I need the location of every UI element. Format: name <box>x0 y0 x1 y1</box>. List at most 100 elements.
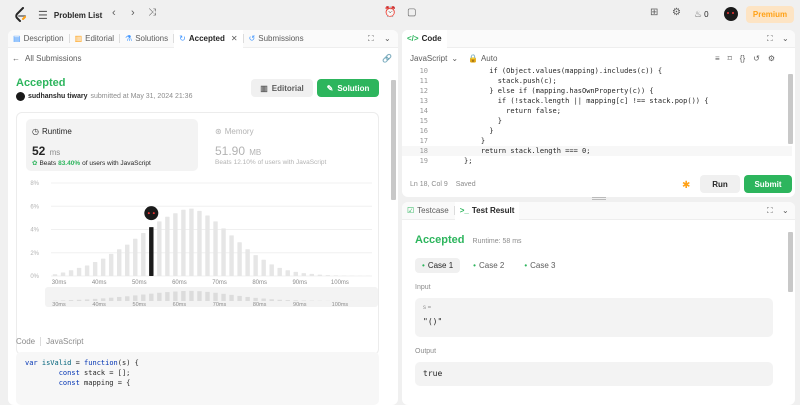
distribution-bar <box>100 258 106 276</box>
case-tab-2[interactable]: • Case 2 <box>466 258 511 273</box>
minimap-bar <box>237 295 242 301</box>
minimap-bar <box>165 292 170 301</box>
submitter-name[interactable]: sudhanshu tiwary <box>28 93 88 100</box>
all-submissions-link[interactable]: ← All Submissions <box>12 54 81 63</box>
line-number: 15 <box>419 117 428 125</box>
code-editor[interactable]: 10 if (Object.values(mapping).includes(c… <box>402 66 792 168</box>
language-select[interactable]: JavaScript ⌄ <box>410 54 458 63</box>
left-scrollbar[interactable] <box>391 80 396 200</box>
close-tab-icon[interactable]: ✕ <box>231 34 238 43</box>
tab-description[interactable]: ▤ Description <box>8 30 69 48</box>
code-section-lang: JavaScript <box>46 337 84 346</box>
memory-beats-prefix: Beats <box>215 159 232 166</box>
minimap-bar <box>285 300 290 301</box>
tab-editorial[interactable]: ▥ Editorial <box>70 30 119 48</box>
run-button[interactable]: Run <box>700 175 740 193</box>
tab-accepted[interactable]: ↻ Accepted ✕ <box>174 30 243 48</box>
submitter-avatar[interactable] <box>16 92 25 101</box>
minimap-bar <box>92 298 98 301</box>
tab-solutions[interactable]: ⚗ Solutions <box>120 30 173 48</box>
minimap-tick-label: 100ms <box>332 302 349 308</box>
runtime-unit: ms <box>49 148 61 157</box>
braces-icon[interactable]: {} <box>740 54 745 63</box>
settings-sliders-icon[interactable]: ⚙ <box>768 54 775 63</box>
maximize-icon[interactable]: ⛶ <box>368 34 374 44</box>
code-editor-panel: </> Code ⛶ ⌄ JavaScript ⌄ 🔒 Auto ≡ ⌑ {} … <box>402 30 795 197</box>
bookmark-icon[interactable]: ⌑ <box>728 54 732 63</box>
tab-submissions[interactable]: ↺ Submissions <box>244 30 309 48</box>
avatar-eye <box>147 212 150 215</box>
tab-test-result[interactable]: >_ Test Result <box>454 202 520 220</box>
collapse-icon[interactable]: ⌄ <box>384 34 391 43</box>
line-number: 19 <box>419 157 428 165</box>
user-avatar[interactable] <box>724 7 738 21</box>
notes-icon[interactable]: ▢ <box>407 8 416 18</box>
result-header: Accepted Runtime: 58 ms <box>415 234 522 246</box>
memory-box[interactable]: ⊛ Memory 51.90 MB Beats 12.10% of users … <box>209 119 369 171</box>
distribution-bar <box>309 273 315 276</box>
memory-label: Memory <box>224 127 254 136</box>
y-tick-label: 6% <box>30 204 39 210</box>
tab-accepted-label: Accepted <box>188 34 225 43</box>
user-position-avatar <box>144 206 159 221</box>
minimap-tick-label: 40ms <box>92 302 106 308</box>
y-tick-label: 0% <box>30 274 39 280</box>
reset-icon[interactable]: ↺ <box>753 54 760 63</box>
code-line: 18 return stack.length === 0; <box>402 146 792 156</box>
tab-testcase[interactable]: ☑ Testcase <box>402 202 454 220</box>
distribution-bar <box>108 253 114 276</box>
line-text: return stack.length === 0; <box>464 147 591 155</box>
case-tab-label: Case 3 <box>530 261 556 270</box>
distribution-bar <box>52 274 58 276</box>
pass-dot-icon: • <box>422 261 425 270</box>
runtime-label: Runtime <box>41 127 72 136</box>
shuffle-icon[interactable]: ⤨ <box>148 8 156 18</box>
collapse-icon[interactable]: ⌄ <box>782 206 789 215</box>
layout-grid-icon[interactable]: ⊞ <box>650 8 658 18</box>
submitted-code-block[interactable]: var isValid = function(s) { const stack … <box>16 352 379 405</box>
editor-scrollbar[interactable] <box>788 74 793 144</box>
streak-counter[interactable]: ♨ 0 <box>694 9 709 20</box>
settings-gear-icon[interactable]: ⚙ <box>672 8 681 18</box>
timer-icon[interactable]: ⏰ <box>384 8 396 18</box>
left-panel: ▤ Description ▥ Editorial ⚗ Solutions ↻ … <box>8 30 398 405</box>
maximize-icon[interactable]: ⛶ <box>767 206 773 216</box>
collapse-icon[interactable]: ⌄ <box>782 34 789 43</box>
format-lines-icon[interactable]: ≡ <box>715 54 720 63</box>
share-link-icon[interactable]: 🔗 <box>382 54 392 63</box>
debug-icon[interactable]: ✱ <box>682 180 690 191</box>
solution-button[interactable]: ✎ Solution <box>317 79 379 97</box>
panel-resize-handle[interactable] <box>592 197 606 200</box>
line-text: } <box>464 117 502 125</box>
editorial-button[interactable]: ▥ Editorial <box>251 79 313 97</box>
description-icon: ▤ <box>13 34 21 43</box>
distribution-bar <box>76 267 82 276</box>
case-tab-3[interactable]: • Case 3 <box>517 258 562 273</box>
book-icon: ▥ <box>74 34 83 43</box>
runtime-distribution-chart[interactable]: 8% 6% 4% 2% 0% 30ms 40ms 50ms 60ms 70ms 80ms 90ms 10… <box>17 175 378 355</box>
case-tab-1[interactable]: • Case 1 <box>415 258 461 273</box>
distribution-bar <box>125 244 130 276</box>
saved-status: Saved <box>455 181 476 188</box>
input-value: "()" <box>423 317 443 326</box>
runtime-box[interactable]: ◷ Runtime 52 ms ✿ Beats 83.40% of users … <box>26 119 198 171</box>
terminal-icon: >_ <box>459 206 469 215</box>
submit-button[interactable]: Submit <box>744 175 792 193</box>
left-tab-bar: ▤ Description ▥ Editorial ⚗ Solutions ↻ … <box>8 30 398 48</box>
leetcode-logo-icon[interactable] <box>14 7 28 23</box>
next-problem-icon[interactable]: › <box>131 8 135 19</box>
prev-problem-icon[interactable]: ‹ <box>112 8 116 19</box>
premium-button[interactable]: Premium <box>746 6 794 23</box>
auto-mode-toggle[interactable]: 🔒 Auto <box>468 54 497 63</box>
tab-code[interactable]: </> Code <box>402 30 447 48</box>
result-tab-bar: ☑ Testcase >_ Test Result ⛶ ⌄ <box>402 202 795 220</box>
line-text: } else if (mapping.hasOwnProperty(c)) { <box>464 87 654 95</box>
distribution-bar <box>213 221 218 276</box>
memory-value: 51.90 <box>215 144 246 158</box>
problem-list-button[interactable]: ☰ Problem List <box>38 9 102 22</box>
memory-beats-pct: 12.10% <box>233 159 256 166</box>
submitted-at: submitted at May 31, 2024 21:36 <box>90 93 193 100</box>
x-tick-label: 100ms <box>331 280 349 286</box>
maximize-icon[interactable]: ⛶ <box>767 34 773 44</box>
result-scrollbar[interactable] <box>788 232 793 292</box>
